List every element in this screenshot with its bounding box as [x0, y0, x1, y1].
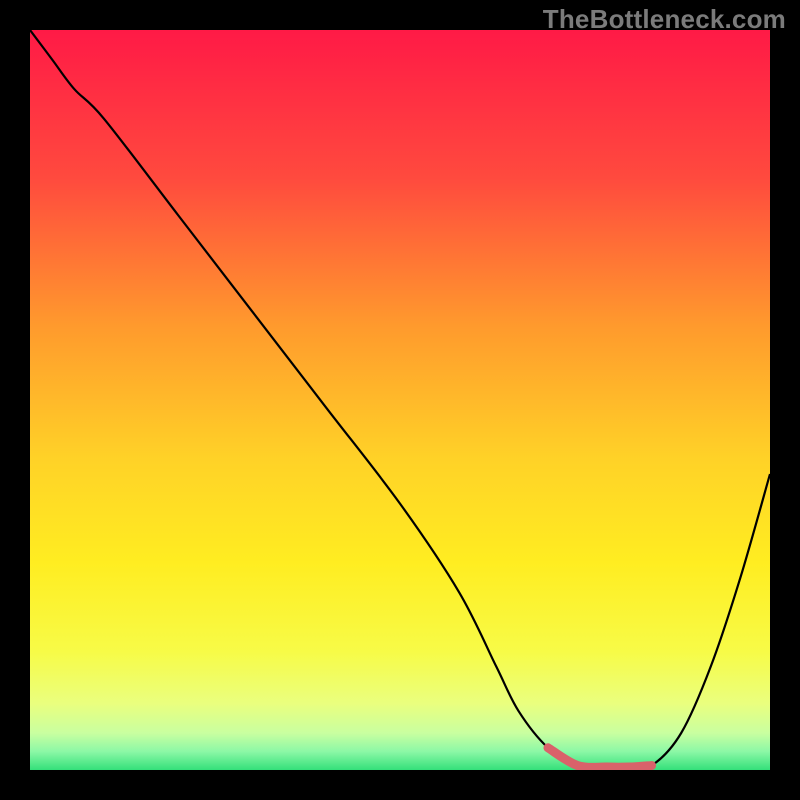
gradient-background: [30, 30, 770, 770]
chart-area: [30, 30, 770, 770]
chart-frame: TheBottleneck.com: [0, 0, 800, 800]
